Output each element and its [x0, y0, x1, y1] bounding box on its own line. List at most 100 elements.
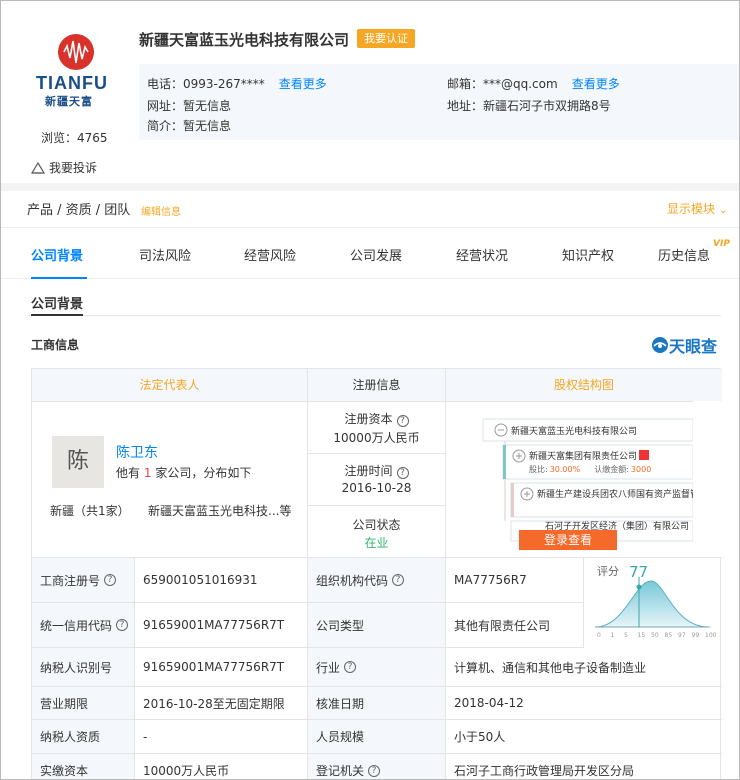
row-label-text: 实缴资本 — [40, 764, 89, 778]
score-curve: 评分 77 0 1 5 15 50 85 97 99 100 — [594, 563, 717, 639]
row-label-text: 纳税人资质 — [40, 730, 101, 744]
row-value-text: - — [143, 729, 148, 744]
page-frame: TIANFU 新疆天富 浏览：4765 新疆天富蓝玉光电科技有限公司 我要认证 … — [0, 0, 740, 780]
row-value: 659001051016931 — [135, 558, 308, 603]
tab-company-background[interactable]: 公司背景 — [31, 245, 83, 264]
co-prefix: 他有 — [116, 466, 141, 480]
badge-icon — [639, 450, 649, 460]
help-icon[interactable]: ? — [396, 467, 409, 479]
row-label: 公司类型 — [308, 603, 446, 648]
row-value: 其他有限责任公司 — [446, 603, 584, 648]
reg-capital-cell: 注册资本? 10000万人民币 — [308, 402, 446, 454]
tianyancha-logo: 天眼查 — [651, 333, 717, 357]
score-tick: 50 — [651, 632, 659, 639]
login-view-button[interactable]: 登录查看 — [519, 530, 617, 550]
email-row: 邮箱：***@qq.com 查看更多 — [447, 75, 620, 92]
phone-more-link[interactable]: 查看更多 — [279, 77, 327, 91]
row-value: 91659001MA77756R7T — [135, 648, 308, 687]
score-tick: 85 — [665, 632, 673, 639]
header-equity: 股权结构图 — [446, 369, 722, 402]
reg-date-cell: 注册时间? 2016-10-28 — [308, 454, 446, 506]
tab-legal-risk[interactable]: 司法风险 — [139, 245, 191, 264]
email-more-link[interactable]: 查看更多 — [572, 77, 620, 91]
show-module-label: 显示模块 — [667, 202, 716, 216]
row-label: 登记机关? — [308, 754, 446, 779]
row-value-text: 91659001MA77756R7T — [143, 618, 285, 632]
address-text: 地址：新疆石河子市双拥路8号 — [447, 99, 611, 113]
help-icon[interactable]: ? — [116, 619, 129, 631]
chevron-down-icon: ⌄ — [718, 205, 728, 216]
tab-operation-status[interactable]: 经营状况 — [456, 245, 508, 264]
help-icon[interactable]: ? — [368, 764, 381, 777]
legal-rep-company-count: 他有 1 家公司，分布如下 — [116, 464, 251, 481]
edit-info-link[interactable]: 编辑信息 — [141, 203, 181, 218]
score-tick: 0 — [597, 632, 601, 639]
region-suffix: 家） — [105, 504, 130, 518]
row-value-text: 其他有限责任公司 — [454, 618, 551, 633]
row-value-text: 659001051016931 — [143, 573, 258, 587]
row-label-text: 统一信用代码 — [40, 618, 113, 633]
reg-date-label-row: 注册时间? — [308, 462, 445, 479]
row-value: 2018-04-12 — [446, 687, 722, 720]
reg-capital-value: 10000万人民币 — [333, 431, 420, 445]
row-value-text: 2016-10-28至无固定期限 — [143, 696, 285, 711]
co-count: 1 — [143, 466, 152, 480]
company-logo: TIANFU 新疆天富 — [33, 33, 111, 113]
score-tick: 97 — [678, 632, 686, 639]
score-tick: 1 — [611, 632, 615, 639]
sub-section-underline — [31, 314, 83, 316]
row-label-text: 人员规模 — [316, 730, 365, 744]
tab-intellectual-property[interactable]: 知识产权 — [562, 245, 614, 264]
region-count: 1 — [98, 504, 106, 518]
legal-rep-name[interactable]: 陈卫东 — [116, 442, 158, 462]
equity-root: 新疆天富蓝玉光电科技有限公司 — [511, 425, 637, 437]
row-label: 统一信用代码? — [32, 603, 135, 648]
tianyancha-eye-icon — [652, 337, 668, 353]
ratio-label: 股比: — [529, 464, 548, 474]
tab-history-info[interactable]: 历史信息 — [658, 245, 710, 264]
equity-child1: 新疆天富集团有限责任公司 — [529, 450, 637, 462]
help-icon[interactable]: ? — [344, 661, 357, 673]
row-label-text: 纳税人识别号 — [40, 660, 113, 675]
products-section-title: 产品 / 资质 / 团队 — [27, 203, 131, 218]
sub-section-title: 公司背景 — [31, 297, 84, 312]
view-count: 浏览：4765 — [41, 131, 108, 145]
row-value: 91659001MA77756R7T — [135, 603, 308, 648]
contact-info-box: 电话：0993-267**** 查看更多 邮箱：***@qq.com 查看更多 网址… — [139, 64, 739, 140]
score-label: 评分 — [597, 565, 619, 578]
company-status-label: 公司状态 — [352, 518, 401, 532]
row-value: MA77756R7 — [446, 558, 584, 603]
region-prefix: 新疆（共 — [50, 504, 99, 518]
row-label: 组织机构代码? — [308, 558, 446, 603]
row-label-text: 组织机构代码 — [316, 573, 389, 588]
tab-company-development[interactable]: 公司发展 — [350, 245, 402, 264]
phone-row: 电话：0993-267**** 查看更多 — [147, 75, 327, 92]
show-module-toggle[interactable]: 显示模块 ⌄ — [667, 200, 727, 217]
help-icon[interactable]: ? — [392, 574, 405, 586]
amount-value: 3000 — [631, 465, 651, 474]
row-value: - — [135, 720, 308, 754]
tab-operation-risk[interactable]: 经营风险 — [244, 245, 296, 264]
complaint-link[interactable]: 我要投诉 — [31, 159, 97, 176]
email-text: 邮箱：***@qq.com — [447, 77, 558, 91]
row-label-text: 行业 — [316, 660, 341, 675]
row-label: 纳税人资质 — [32, 720, 135, 754]
score-tick: 15 — [638, 632, 646, 639]
help-icon[interactable]: ? — [396, 415, 409, 427]
row-value: 2016-10-28至无固定期限 — [135, 687, 308, 720]
score-tick: 100 — [705, 632, 717, 639]
row-label: 人员规模 — [308, 720, 446, 754]
row-label-text: 营业期限 — [40, 696, 89, 711]
legal-rep-companies[interactable]: 新疆天富蓝玉光电科技...等 — [148, 502, 291, 519]
logo-mark-icon — [58, 34, 94, 70]
help-icon[interactable]: ? — [104, 574, 117, 586]
row-value: 石河子工商行政管理局开发区分局 — [446, 754, 722, 779]
row-label: 实缴资本 — [32, 754, 135, 779]
claim-button[interactable]: 我要认证 — [357, 29, 415, 48]
intro-text: 简介：暂无信息 — [147, 119, 232, 133]
row-label-text: 公司类型 — [316, 618, 365, 633]
avatar: 陈 — [52, 436, 104, 488]
legal-rep-region: 新疆（共1家） — [50, 502, 130, 519]
tab-bar: 公司背景 司法风险 经营风险 公司发展 经营状况 知识产权 历史信息 VIP — [1, 227, 739, 279]
row-value-text: 计算机、通信和其他电子设备制造业 — [454, 660, 647, 675]
